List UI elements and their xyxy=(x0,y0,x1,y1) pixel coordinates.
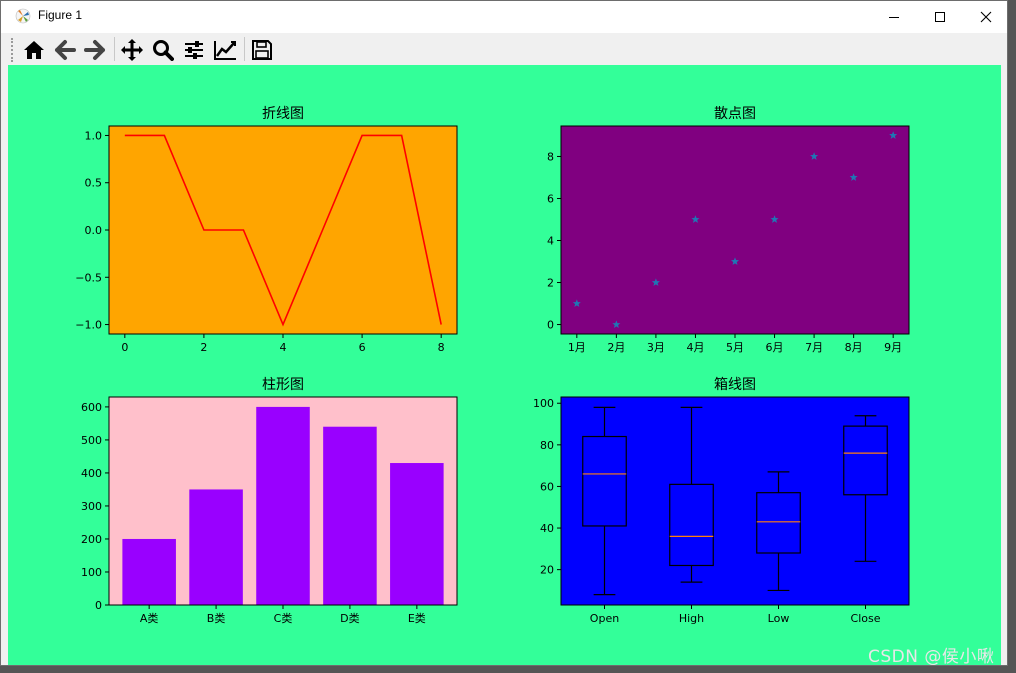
scatter-chart-xtick-label: 5月 xyxy=(726,341,744,354)
box-chart-ytick-label: 20 xyxy=(540,564,554,577)
box-chart-ytick-label: 100 xyxy=(533,397,554,410)
close-icon xyxy=(980,11,992,23)
edit-axis-button[interactable] xyxy=(211,36,239,64)
bar-chart-ytick-label: 300 xyxy=(81,500,102,513)
toolbar-grip[interactable] xyxy=(11,38,15,62)
zoom-icon xyxy=(153,40,174,61)
bar-chart-xtick-label: B类 xyxy=(207,611,226,625)
maximize-button[interactable] xyxy=(917,1,963,33)
line-chart-ytick-label: 1.0 xyxy=(85,129,103,142)
scatter-chart-ytick-label: 8 xyxy=(547,150,554,163)
minimize-button[interactable] xyxy=(871,1,917,33)
bar-chart-title: 柱形图 xyxy=(262,377,304,393)
scatter-chart-title: 散点图 xyxy=(714,106,756,122)
scatter-chart-xtick-label: 8月 xyxy=(845,341,863,354)
box-chart-ytick-label: 60 xyxy=(540,480,554,493)
line-chart-ytick-label: −1.0 xyxy=(75,319,102,332)
scatter-chart-background xyxy=(561,126,909,334)
line-chart-xtick-label: 0 xyxy=(121,341,128,354)
configure-subplots-icon xyxy=(185,41,203,59)
box-chart-title: 箱线图 xyxy=(714,377,756,393)
bar-chart-xtick-label: E类 xyxy=(408,611,426,625)
scatter-chart-xtick-label: 2月 xyxy=(607,341,625,354)
toolbar-separator xyxy=(114,37,115,61)
forward-button[interactable] xyxy=(81,36,109,64)
line-chart-xtick-label: 4 xyxy=(280,341,287,354)
line-chart-background xyxy=(109,126,457,334)
toolbar-separator xyxy=(244,37,245,61)
box-chart-ytick-label: 40 xyxy=(540,522,554,535)
scatter-chart-xtick-label: 4月 xyxy=(686,341,704,354)
close-button[interactable] xyxy=(963,1,1009,33)
pan-icon xyxy=(121,39,143,61)
title-bar[interactable]: Figure 1 xyxy=(1,1,1007,33)
bar-chart-bar xyxy=(256,406,310,605)
edit-axis-icon xyxy=(214,41,236,60)
scatter-chart-ytick-label: 4 xyxy=(547,235,554,248)
bar-chart-xtick-label: C类 xyxy=(274,611,293,625)
box-chart-xtick-label: Open xyxy=(590,612,619,625)
box-chart-background xyxy=(561,397,909,605)
maximize-icon xyxy=(935,12,945,22)
scatter-chart-xtick-label: 3月 xyxy=(647,341,665,354)
window-title: Figure 1 xyxy=(38,8,83,22)
bar-chart-ytick-label: 500 xyxy=(81,434,102,447)
bar-chart-ytick-label: 400 xyxy=(81,467,102,480)
pan-button[interactable] xyxy=(118,36,146,64)
home-button[interactable] xyxy=(20,36,48,64)
bar-chart-bar xyxy=(323,426,377,605)
navigation-toolbar xyxy=(1,33,1007,65)
bar-chart-xtick-label: D类 xyxy=(340,611,359,625)
minimize-icon xyxy=(889,17,899,18)
line-chart-ytick-label: 0.0 xyxy=(85,224,103,237)
back-icon xyxy=(55,40,76,60)
watermark: CSDN @侯小啾 xyxy=(868,647,995,667)
save-button[interactable] xyxy=(248,36,276,64)
figure-window: Figure 1 折线图 1.0 0.5 0.0 −0.5 −1.0 0 2 4… xyxy=(0,0,1008,666)
box-chart-xtick-label: Close xyxy=(851,612,881,625)
line-chart-ytick-label: 0.5 xyxy=(85,177,103,190)
box-chart-ytick-label: 80 xyxy=(540,439,554,452)
line-chart-ytick-label: −0.5 xyxy=(75,271,102,284)
scatter-chart-xtick-label: 1月 xyxy=(568,341,586,354)
bar-chart-ytick-label: 600 xyxy=(81,401,102,414)
box-chart-xtick-label: Low xyxy=(768,612,790,625)
scatter-chart-xtick-label: 9月 xyxy=(884,341,902,354)
save-icon xyxy=(252,40,272,60)
bar-chart-ytick-label: 200 xyxy=(81,533,102,546)
figure-svg: 折线图 1.0 0.5 0.0 −0.5 −1.0 0 2 4 6 8 散点图 0 2 4 6 8 1月 2月 3月 4… xyxy=(75,106,910,625)
back-button[interactable] xyxy=(51,36,79,64)
scatter-chart-ytick-label: 2 xyxy=(547,277,554,290)
bar-chart-bar xyxy=(390,463,444,605)
bar-chart-ytick-label: 100 xyxy=(81,566,102,579)
box-chart-xtick-label: High xyxy=(679,612,704,625)
bar-chart-ytick-label: 0 xyxy=(95,599,102,612)
line-chart-xtick-label: 8 xyxy=(438,341,445,354)
bar-chart-xtick-label: A类 xyxy=(140,611,159,625)
scatter-chart-ytick-label: 0 xyxy=(547,319,554,332)
figure-canvas[interactable]: 折线图 1.0 0.5 0.0 −0.5 −1.0 0 2 4 6 8 散点图 0 2 4 6 8 1月 2月 3月 4… xyxy=(8,65,1001,665)
scatter-chart-xtick-label: 6月 xyxy=(766,341,784,354)
matplotlib-app-icon xyxy=(15,8,31,24)
line-chart-xtick-label: 2 xyxy=(200,341,207,354)
scatter-chart-ytick-label: 6 xyxy=(547,192,554,205)
home-icon xyxy=(24,41,44,59)
bar-chart-bar xyxy=(189,489,243,605)
zoom-button[interactable] xyxy=(149,36,177,64)
scatter-chart-xtick-label: 7月 xyxy=(805,341,823,354)
forward-icon xyxy=(84,40,105,60)
bar-chart-bar xyxy=(122,538,176,605)
line-chart-title: 折线图 xyxy=(262,106,304,122)
configure-subplots-button[interactable] xyxy=(180,36,208,64)
line-chart-xtick-label: 6 xyxy=(359,341,366,354)
